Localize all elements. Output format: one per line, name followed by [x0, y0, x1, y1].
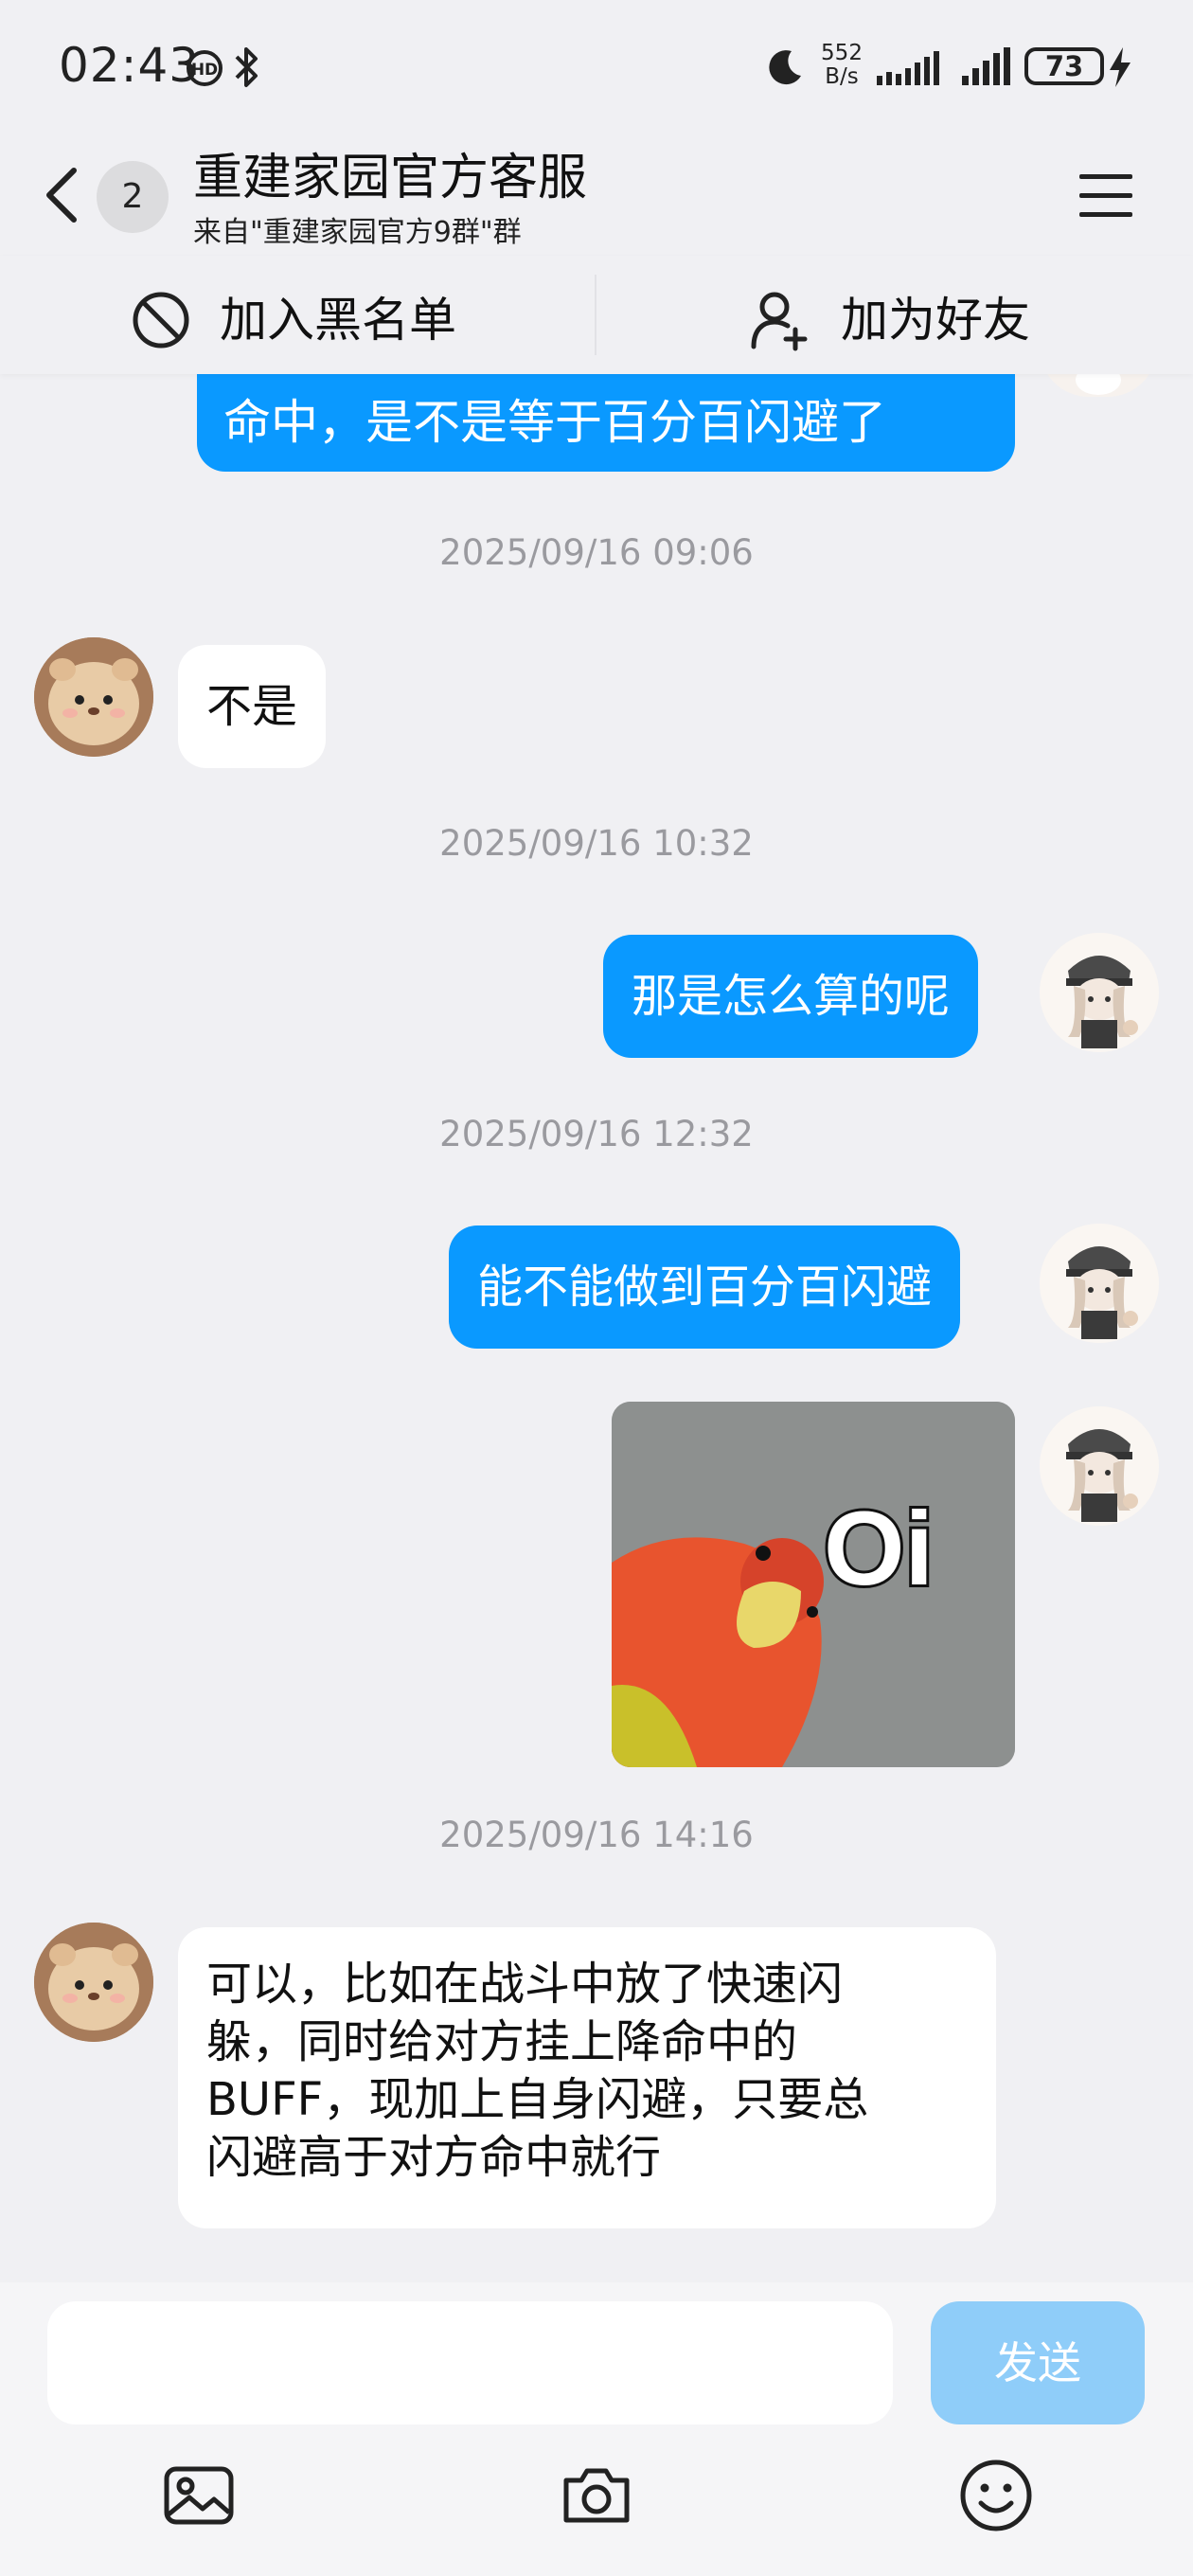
anime-girl-avatar-image [1040, 933, 1159, 1052]
avatar-contact[interactable] [34, 637, 153, 757]
add-friend-icon [751, 292, 808, 351]
back-button[interactable] [38, 159, 95, 231]
message-text-line: 躲，同时给对方挂上降命中的 [206, 2015, 798, 2068]
bluetooth-icon [231, 45, 261, 93]
avatar-contact[interactable] [34, 1923, 153, 2042]
hamburger-menu-icon [1079, 174, 1132, 217]
battery-icon: 73 [1024, 47, 1104, 85]
avatar-self[interactable] [1040, 933, 1159, 1052]
net-speed-value: 552 [821, 41, 863, 65]
anime-girl-avatar-image [1040, 1406, 1159, 1526]
message-text-line: 可以，比如在战斗中放了快速闪 [206, 1958, 844, 2011]
message-text: 那是怎么算的呢 [632, 970, 951, 1023]
chat-subtitle: 来自"重建家园官方9群"群 [193, 216, 522, 249]
block-user-button[interactable]: 加入黑名单 [0, 256, 595, 374]
parrot-sticker-image [612, 1402, 1015, 1767]
message-timestamp: 2025/09/16 12:32 [439, 1114, 754, 1154]
signal-icon [877, 47, 945, 91]
message-text: 能不能做到百分百闪避 [477, 1261, 933, 1314]
status-bar: 02:43 HD 552 B/s 73 [0, 0, 1193, 133]
net-speed-unit: B/s [825, 64, 859, 89]
message-timestamp: 2025/09/16 10:32 [439, 823, 754, 864]
charging-icon [1108, 47, 1132, 91]
emoji-button[interactable] [956, 2456, 1036, 2535]
add-friend-button[interactable]: 加为好友 [596, 256, 1193, 374]
message-timestamp: 2025/09/16 14:16 [439, 1815, 754, 1855]
message-list[interactable]: 命中，是不是等于百分百闪避了 2025/09/16 09:06 不是 2025/… [0, 374, 1193, 2282]
message-text: 命中，是不是等于百分百闪避了 [223, 395, 886, 450]
block-user-label: 加入黑名单 [220, 293, 456, 348]
add-friend-label: 加为好友 [841, 293, 1030, 348]
menu-button[interactable] [1077, 170, 1138, 224]
back-chevron-icon [46, 168, 77, 223]
send-button[interactable]: 发送 [931, 2301, 1145, 2424]
message-text-line: 闪避高于对方命中就行 [206, 2131, 662, 2184]
chat-title: 重建家园官方客服 [193, 150, 588, 206]
signal-icon [962, 47, 1011, 91]
avatar-self[interactable] [1040, 1406, 1159, 1526]
message-text: 不是 [206, 680, 298, 733]
message-bubble-outgoing[interactable]: 命中，是不是等于百分百闪避了 [197, 374, 1015, 472]
sticker-image[interactable]: Oi [612, 1402, 1015, 1767]
emoji-icon [960, 2460, 1032, 2531]
message-bubble-incoming[interactable]: 可以，比如在战斗中放了快速闪 躲，同时给对方挂上降命中的 BUFF，现加上自身闪… [178, 1927, 996, 2228]
hamster-avatar-image [34, 1923, 153, 2042]
net-speed: 552 B/s [818, 42, 865, 89]
message-input[interactable] [47, 2301, 893, 2424]
svg-text:HD: HD [191, 61, 218, 80]
avatar-self[interactable] [1040, 1224, 1159, 1343]
hamster-avatar-image [34, 637, 153, 757]
image-button[interactable] [161, 2458, 237, 2533]
message-text-line: BUFF，现加上自身闪避，只要总 [206, 2073, 869, 2126]
anime-girl-avatar-image [1040, 1224, 1159, 1343]
chat-header: 2 重建家园官方客服 来自"重建家园官方9群"群 [0, 133, 1193, 256]
camera-button[interactable] [559, 2458, 634, 2533]
hd-call-icon: HD [186, 49, 223, 91]
message-timestamp: 2025/09/16 09:06 [439, 532, 754, 573]
image-icon [164, 2466, 234, 2525]
message-bubble-outgoing[interactable]: 能不能做到百分百闪避 [449, 1225, 961, 1349]
sticker-caption: Oi [821, 1488, 936, 1610]
status-time: 02:43 [59, 38, 201, 93]
moon-icon [763, 45, 805, 91]
composer: 发送 [0, 2282, 1193, 2576]
message-bubble-incoming[interactable]: 不是 [178, 645, 327, 768]
avatar-self[interactable] [1040, 374, 1157, 397]
action-bar: 加入黑名单 加为好友 [0, 256, 1193, 374]
unread-badge: 2 [97, 161, 169, 233]
block-icon [133, 292, 189, 349]
camera-icon [563, 2468, 630, 2523]
battery-level: 73 [1044, 50, 1084, 82]
message-bubble-outgoing[interactable]: 那是怎么算的呢 [603, 935, 979, 1058]
